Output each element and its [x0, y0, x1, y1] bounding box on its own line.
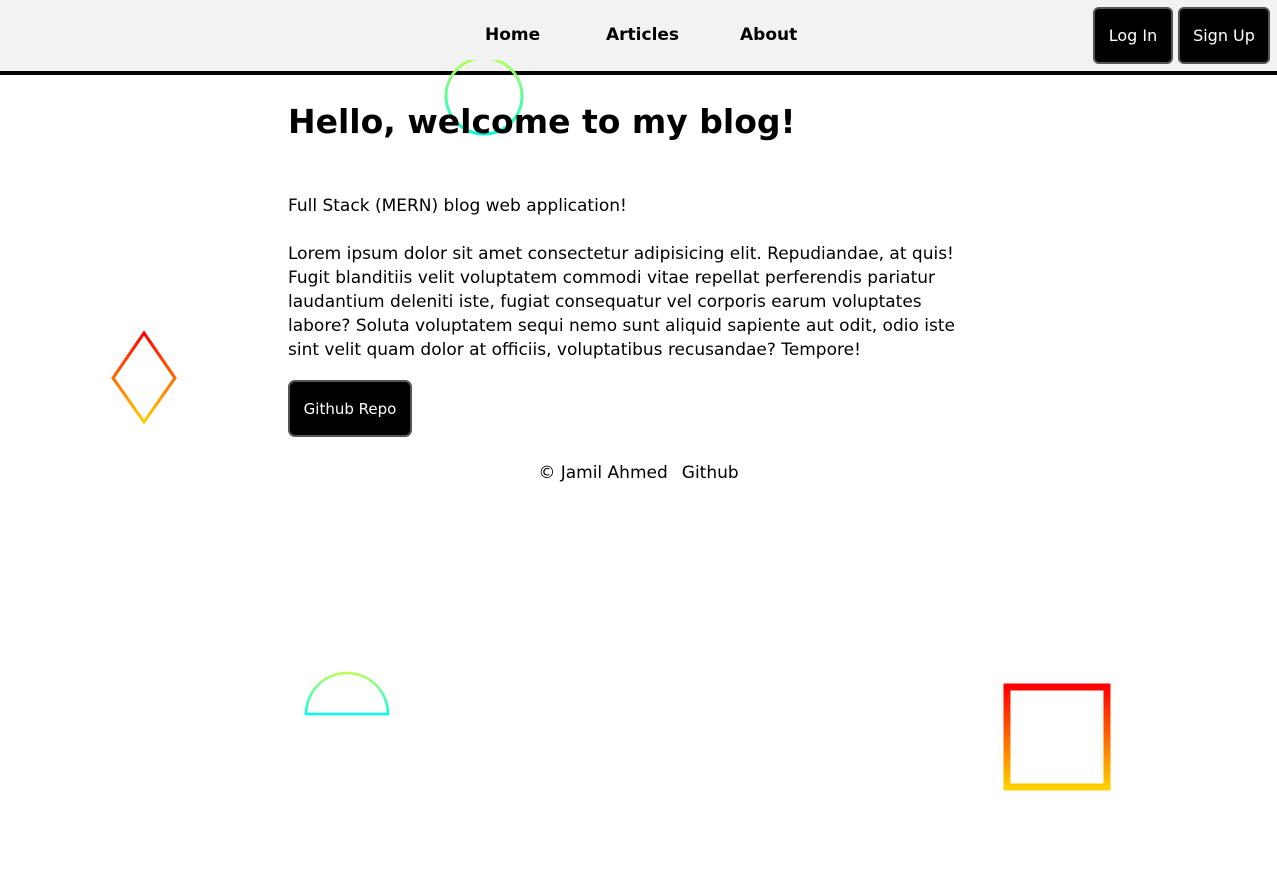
- nav-about-link[interactable]: About: [740, 24, 797, 46]
- page-subtitle: Full Stack (MERN) blog web application!: [288, 196, 627, 216]
- github-repo-button[interactable]: Github Repo: [288, 380, 412, 437]
- login-button[interactable]: Log In: [1093, 7, 1173, 64]
- nav-home-link[interactable]: Home: [485, 24, 540, 46]
- footer-github-link[interactable]: Github: [682, 463, 739, 483]
- intro-paragraph: Lorem ipsum dolor sit amet consectetur a…: [288, 244, 955, 360]
- top-navbar: Home Articles About Log In Sign Up: [0, 0, 1277, 75]
- footer: © Jamil Ahmed Github: [0, 461, 1277, 485]
- nav-articles-link[interactable]: Articles: [606, 24, 679, 46]
- footer-copyright: © Jamil Ahmed: [538, 463, 668, 483]
- signup-button[interactable]: Sign Up: [1178, 7, 1270, 64]
- half-circle-decoration-icon: [304, 671, 390, 716]
- square-decoration-icon: [1003, 683, 1111, 791]
- diamond-decoration-icon: [111, 330, 177, 425]
- page-title: Hello, welcome to my blog!: [288, 102, 796, 141]
- main-content: Hello, welcome to my blog! Full Stack (M…: [288, 100, 968, 437]
